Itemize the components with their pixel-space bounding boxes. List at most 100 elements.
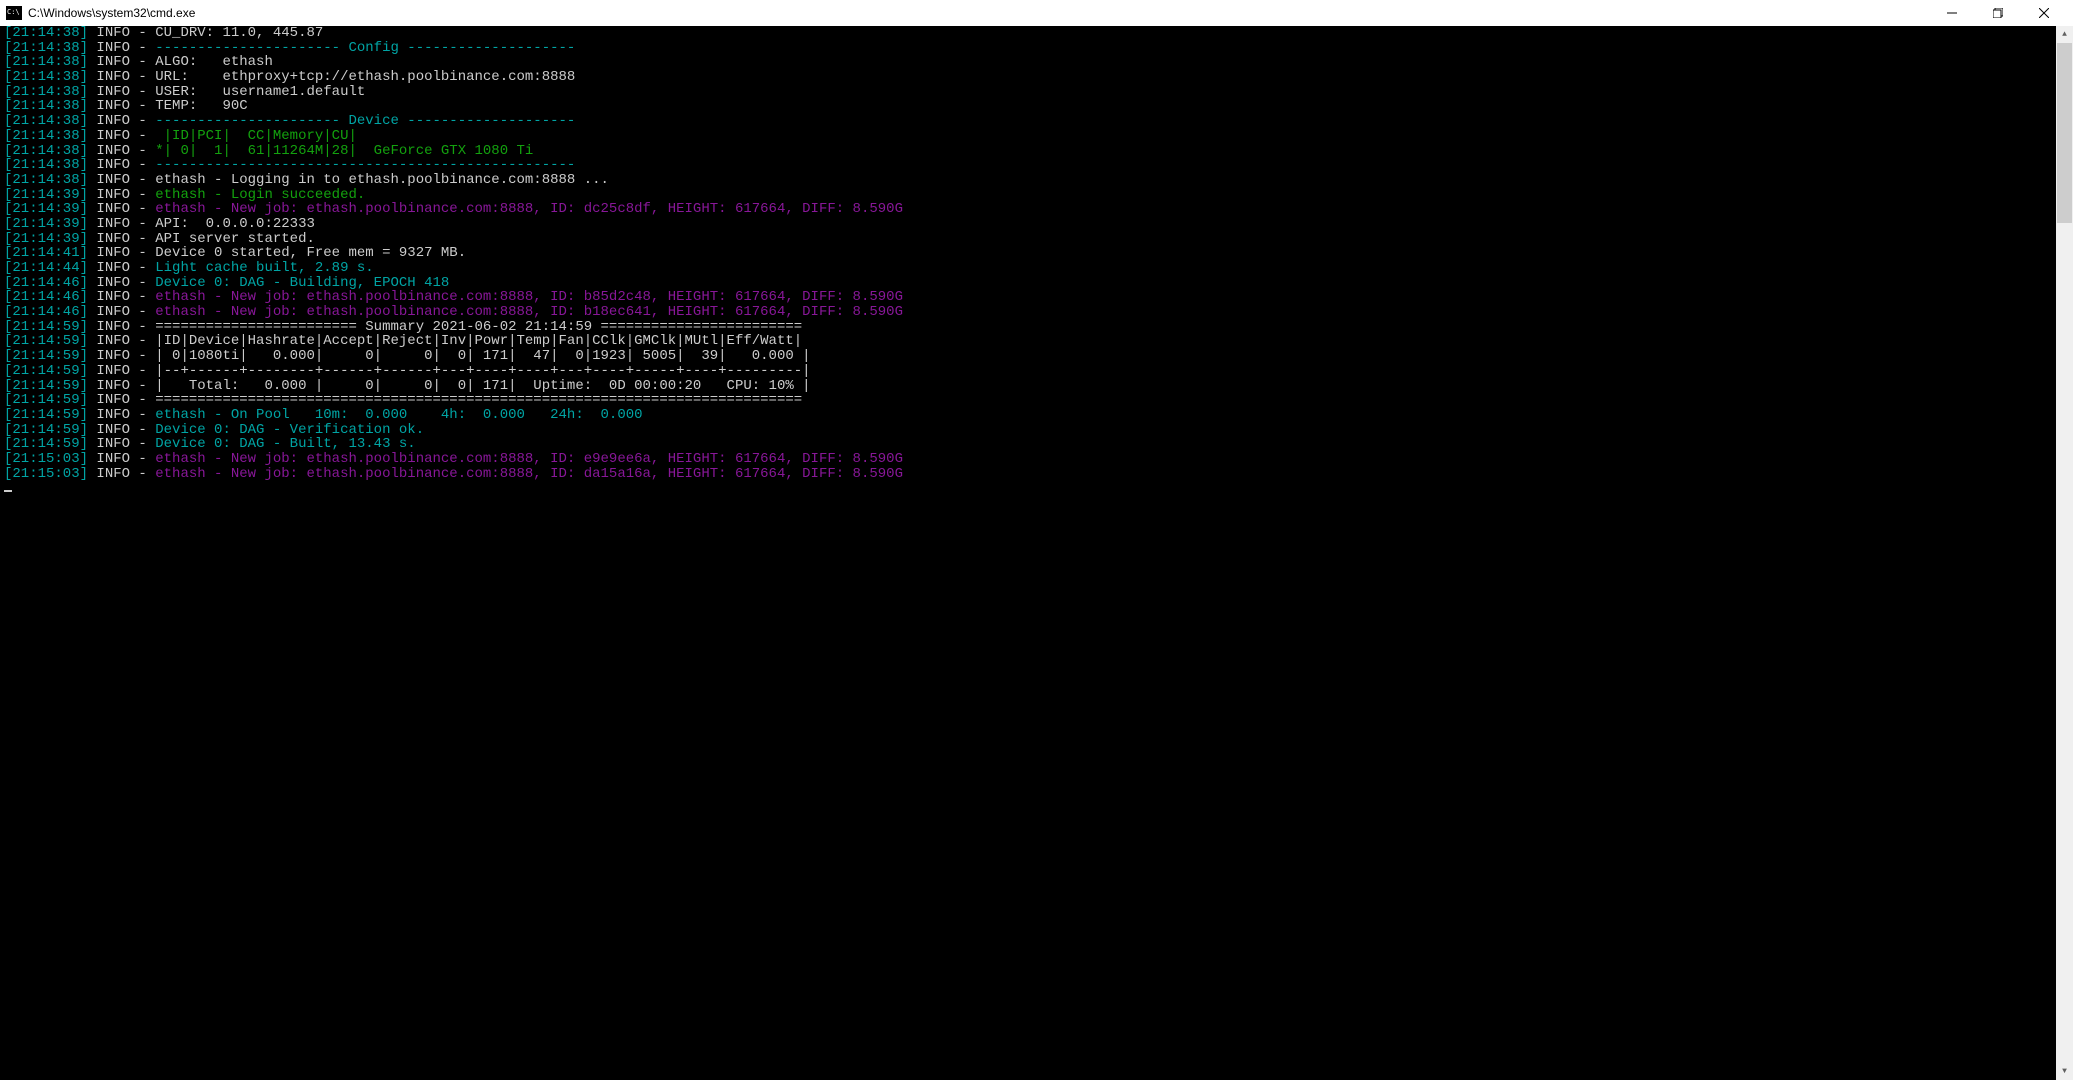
log-text: API: 0.0.0.0:22333 xyxy=(147,216,315,232)
log-text: ---------------------- Config ----------… xyxy=(147,40,575,56)
log-level: INFO - xyxy=(96,275,146,291)
log-line: [21:14:41] INFO - Device 0 started, Free… xyxy=(4,246,2069,261)
log-timestamp: [21:14:38] xyxy=(4,157,88,173)
log-timestamp: [21:14:39] xyxy=(4,201,88,217)
log-line: [21:14:38] INFO - URL: ethproxy+tcp://et… xyxy=(4,70,2069,85)
log-timestamp: [21:14:41] xyxy=(4,245,88,261)
log-level: INFO - xyxy=(96,69,146,85)
log-text: ethash - New job: ethash.poolbinance.com… xyxy=(147,451,903,467)
maximize-button[interactable] xyxy=(1975,0,2021,26)
log-timestamp: [21:14:38] xyxy=(4,172,88,188)
log-text: Device 0 started, Free mem = 9327 MB. xyxy=(147,245,466,261)
log-timestamp: [21:14:38] xyxy=(4,54,88,70)
log-timestamp: [21:14:39] xyxy=(4,187,88,203)
log-timestamp: [21:14:39] xyxy=(4,216,88,232)
log-level: INFO - xyxy=(96,392,146,408)
log-text: ethash - Logging in to ethash.poolbinanc… xyxy=(147,172,609,188)
log-level: INFO - xyxy=(96,216,146,232)
scrollbar-arrow-up-icon[interactable]: ▲ xyxy=(2056,26,2073,43)
log-timestamp: [21:15:03] xyxy=(4,466,88,482)
log-timestamp: [21:14:38] xyxy=(4,69,88,85)
log-level: INFO - xyxy=(96,113,146,129)
log-text: ethash - New job: ethash.poolbinance.com… xyxy=(147,201,903,217)
log-level: INFO - xyxy=(96,84,146,100)
log-level: INFO - xyxy=(96,363,146,379)
log-line: [21:14:39] INFO - API server started. xyxy=(4,232,2069,247)
log-line: [21:14:38] INFO - *| 0| 1| 61|11264M|28|… xyxy=(4,144,2069,159)
log-timestamp: [21:14:44] xyxy=(4,260,88,276)
log-timestamp: [21:14:38] xyxy=(4,98,88,114)
log-text: ethash - New job: ethash.poolbinance.com… xyxy=(147,304,903,320)
log-text: ALGO: ethash xyxy=(147,54,273,70)
log-text: ======================== Summary 2021-06… xyxy=(147,319,802,335)
log-timestamp: [21:15:03] xyxy=(4,451,88,467)
log-text: Light cache built, 2.89 s. xyxy=(147,260,374,276)
log-output: [21:14:38] INFO - CU_DRV: 11.0, 445.87[2… xyxy=(4,26,2069,481)
log-text: URL: ethproxy+tcp://ethash.poolbinance.c… xyxy=(147,69,575,85)
log-line: [21:14:38] INFO - ethash - Logging in to… xyxy=(4,173,2069,188)
scrollbar-arrow-down-icon[interactable]: ▼ xyxy=(2056,1063,2073,1080)
log-text: Device 0: DAG - Verification ok. xyxy=(147,422,424,438)
log-level: INFO - xyxy=(96,378,146,394)
log-timestamp: [21:14:59] xyxy=(4,436,88,452)
close-button[interactable] xyxy=(2021,0,2067,26)
minimize-button[interactable] xyxy=(1929,0,1975,26)
log-line: [21:14:46] INFO - ethash - New job: etha… xyxy=(4,290,2069,305)
log-level: INFO - xyxy=(96,451,146,467)
log-line: [21:14:59] INFO - | Total: 0.000 | 0| 0|… xyxy=(4,379,2069,394)
window-titlebar: C:\Windows\system32\cmd.exe xyxy=(0,0,2073,26)
log-timestamp: [21:14:38] xyxy=(4,128,88,144)
log-level: INFO - xyxy=(96,260,146,276)
terminal-body[interactable]: [21:14:38] INFO - CU_DRV: 11.0, 445.87[2… xyxy=(0,26,2073,1080)
log-line: [21:14:38] INFO - ----------------------… xyxy=(4,158,2069,173)
log-level: INFO - xyxy=(96,245,146,261)
log-line: [21:14:59] INFO - |--+------+--------+--… xyxy=(4,364,2069,379)
window-title: C:\Windows\system32\cmd.exe xyxy=(28,6,195,20)
log-line: [21:14:38] INFO - USER: username1.defaul… xyxy=(4,85,2069,100)
log-timestamp: [21:14:46] xyxy=(4,304,88,320)
log-line: [21:14:38] INFO - ----------------------… xyxy=(4,114,2069,129)
log-timestamp: [21:14:38] xyxy=(4,143,88,159)
log-line: [21:14:46] INFO - Device 0: DAG - Buildi… xyxy=(4,276,2069,291)
log-line: [21:14:39] INFO - API: 0.0.0.0:22333 xyxy=(4,217,2069,232)
log-timestamp: [21:14:59] xyxy=(4,378,88,394)
log-level: INFO - xyxy=(96,348,146,364)
scrollbar-vertical[interactable]: ▲ ▼ xyxy=(2056,26,2073,1080)
scrollbar-thumb[interactable] xyxy=(2057,43,2072,223)
log-level: INFO - xyxy=(96,436,146,452)
log-timestamp: [21:14:39] xyxy=(4,231,88,247)
log-line: [21:14:59] INFO - ======================… xyxy=(4,320,2069,335)
log-line: [21:14:44] INFO - Light cache built, 2.8… xyxy=(4,261,2069,276)
log-timestamp: [21:14:46] xyxy=(4,289,88,305)
log-line: [21:14:59] INFO - |ID|Device|Hashrate|Ac… xyxy=(4,334,2069,349)
log-line: [21:14:38] INFO - CU_DRV: 11.0, 445.87 xyxy=(4,26,2069,41)
titlebar-left: C:\Windows\system32\cmd.exe xyxy=(6,6,195,20)
log-timestamp: [21:14:38] xyxy=(4,40,88,56)
log-text: ========================================… xyxy=(147,392,802,408)
log-text: ethash - New job: ethash.poolbinance.com… xyxy=(147,466,903,482)
log-text: ethash - On Pool 10m: 0.000 4h: 0.000 24… xyxy=(147,407,643,423)
log-level: INFO - xyxy=(96,319,146,335)
log-line: [21:14:39] INFO - ethash - Login succeed… xyxy=(4,188,2069,203)
log-timestamp: [21:14:59] xyxy=(4,363,88,379)
cmd-icon xyxy=(6,6,22,20)
log-text: Device 0: DAG - Building, EPOCH 418 xyxy=(147,275,449,291)
log-text: ----------------------------------------… xyxy=(147,157,575,173)
log-text: USER: username1.default xyxy=(147,84,365,100)
log-text: |--+------+--------+------+------+---+--… xyxy=(147,363,811,379)
log-level: INFO - xyxy=(96,304,146,320)
log-line: [21:14:59] INFO - | 0|1080ti| 0.000| 0| … xyxy=(4,349,2069,364)
log-level: INFO - xyxy=(96,54,146,70)
log-text: Device 0: DAG - Built, 13.43 s. xyxy=(147,436,416,452)
log-level: INFO - xyxy=(96,187,146,203)
log-timestamp: [21:14:59] xyxy=(4,333,88,349)
log-level: INFO - xyxy=(96,40,146,56)
log-text: *| 0| 1| 61|11264M|28| GeForce GTX 1080 … xyxy=(147,143,533,159)
log-line: [21:14:59] INFO - Device 0: DAG - Verifi… xyxy=(4,423,2069,438)
log-line: [21:14:38] INFO - ALGO: ethash xyxy=(4,55,2069,70)
log-line: [21:14:38] INFO - ----------------------… xyxy=(4,41,2069,56)
log-level: INFO - xyxy=(96,201,146,217)
log-line: [21:14:59] INFO - ======================… xyxy=(4,393,2069,408)
log-level: INFO - xyxy=(96,333,146,349)
log-line: [21:15:03] INFO - ethash - New job: etha… xyxy=(4,452,2069,467)
